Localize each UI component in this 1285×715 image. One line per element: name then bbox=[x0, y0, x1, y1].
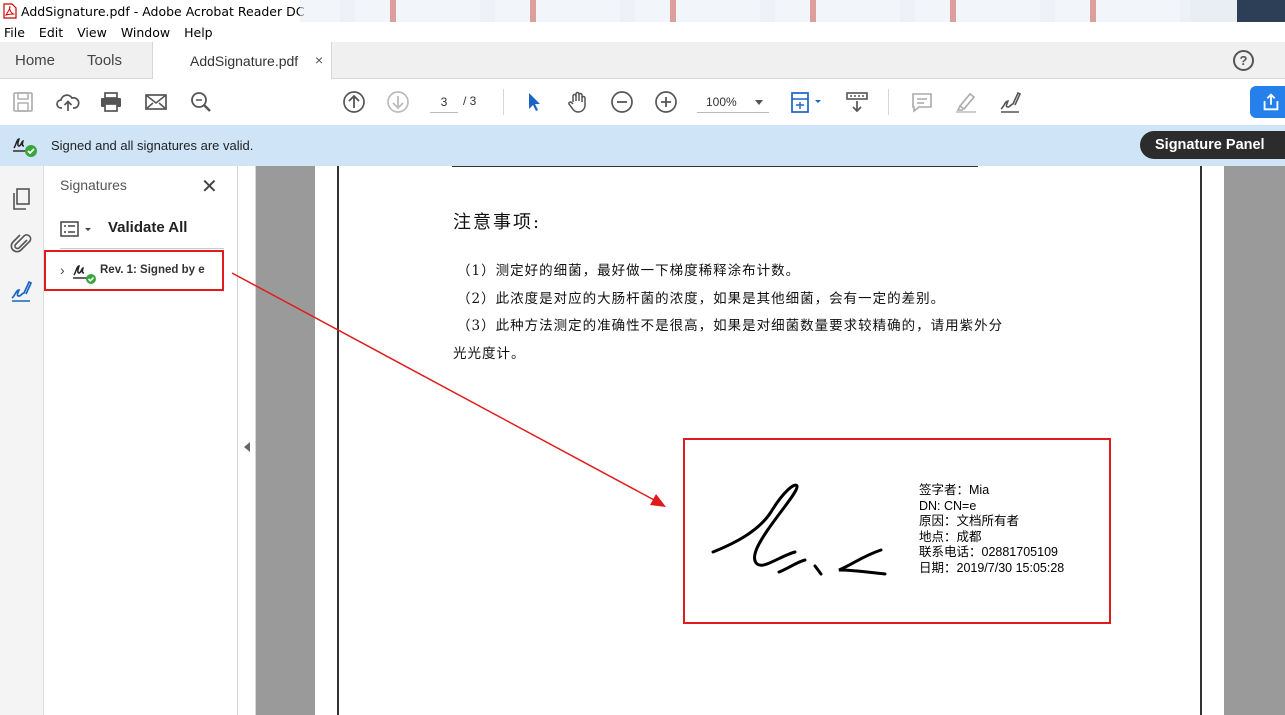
signature-date: 日期：2019/7/30 15:05:28 bbox=[919, 560, 1065, 575]
signature-status-text: Signed and all signatures are valid. bbox=[51, 138, 254, 153]
signature-status-bar: Signed and all signatures are valid. Sig… bbox=[0, 125, 1285, 166]
signature-details: 签字者：Mia DN: CN=e 原因：文档所有者 地点：成都 联系电话：028… bbox=[919, 483, 1064, 576]
signature-item-label: Rev. 1: Signed by e bbox=[100, 264, 205, 276]
fit-page-icon[interactable] bbox=[790, 90, 826, 114]
menu-view[interactable]: View bbox=[77, 25, 107, 40]
acrobat-app-icon bbox=[3, 3, 17, 19]
document-viewport[interactable]: 注意事项: （1）测定好的细菌，最好做一下梯度稀释涂布计数。 （2）此浓度是对应… bbox=[256, 166, 1285, 715]
menu-bar: File Edit View Window Help bbox=[0, 22, 1285, 42]
attachment-icon[interactable] bbox=[10, 232, 34, 256]
zoom-level-select[interactable]: 100% bbox=[697, 91, 769, 113]
share-icon bbox=[1263, 93, 1279, 111]
signature-signer: 签字者：Mia bbox=[919, 483, 990, 497]
sign-icon[interactable] bbox=[998, 90, 1022, 114]
zoom-level-value: 100% bbox=[706, 95, 737, 109]
signature-contact: 联系电话：02881705109 bbox=[919, 545, 1058, 559]
signature-panel-icon[interactable] bbox=[10, 280, 34, 304]
page-up-icon[interactable] bbox=[342, 90, 366, 114]
list-options-icon bbox=[60, 221, 91, 237]
navigation-rail bbox=[0, 166, 44, 715]
note-line: 光光度计。 bbox=[453, 346, 526, 362]
tab-document[interactable]: AddSignature.pdf × bbox=[152, 42, 332, 79]
panel-collapse-handle[interactable] bbox=[238, 166, 256, 715]
page-border-line bbox=[1200, 166, 1202, 715]
hand-icon[interactable] bbox=[566, 90, 590, 114]
signature-list-item[interactable]: › Rev. 1: Signed by e bbox=[44, 250, 224, 291]
window-close-button[interactable] bbox=[1237, 0, 1285, 22]
title-bar: AddSignature.pdf - Adobe Acrobat Reader … bbox=[0, 0, 1285, 22]
chevron-down-icon bbox=[755, 100, 763, 105]
share-button[interactable] bbox=[1250, 86, 1285, 118]
valid-signature-icon bbox=[13, 138, 37, 157]
signature-location: 地点：成都 bbox=[919, 529, 982, 544]
pdf-page: 注意事项: （1）测定好的细菌，最好做一下梯度稀释涂布计数。 （2）此浓度是对应… bbox=[315, 166, 1224, 715]
comment-icon[interactable] bbox=[910, 90, 934, 114]
tab-bar: Home Tools AddSignature.pdf × ? bbox=[0, 42, 1285, 79]
page-total: / 3 bbox=[463, 94, 477, 108]
upload-icon[interactable] bbox=[56, 90, 80, 114]
tab-tools[interactable]: Tools bbox=[87, 52, 122, 69]
zoom-in-icon[interactable] bbox=[654, 90, 678, 114]
menu-help[interactable]: Help bbox=[184, 25, 213, 40]
handwritten-signature bbox=[711, 483, 887, 576]
scroll-mode-icon[interactable] bbox=[845, 90, 869, 114]
page-number-input[interactable]: 3 bbox=[430, 91, 458, 113]
toolbar-divider bbox=[888, 89, 889, 115]
page-thumbnails-icon[interactable] bbox=[10, 187, 34, 211]
toolbar: 3 / 3 100% bbox=[0, 79, 1285, 125]
menu-window[interactable]: Window bbox=[121, 25, 170, 40]
tab-close-icon[interactable]: × bbox=[315, 52, 323, 68]
options-menu-button[interactable] bbox=[60, 219, 96, 239]
collapse-arrow-icon bbox=[244, 442, 250, 452]
tab-document-label: AddSignature.pdf bbox=[190, 53, 299, 69]
close-icon[interactable]: ✕ bbox=[201, 174, 218, 199]
select-arrow-icon[interactable] bbox=[522, 90, 546, 114]
window-title: AddSignature.pdf - Adobe Acrobat Reader … bbox=[21, 3, 305, 19]
highlight-icon[interactable] bbox=[954, 90, 978, 114]
validate-all-button[interactable]: Validate All bbox=[108, 219, 187, 236]
page-rule-line bbox=[452, 166, 978, 167]
menu-file[interactable]: File bbox=[4, 25, 25, 40]
signature-reason: 原因：文档所有者 bbox=[919, 514, 1020, 528]
background-taskbar-strip bbox=[300, 0, 1285, 22]
panel-divider bbox=[60, 248, 224, 249]
note-line: （1）测定好的细菌，最好做一下梯度稀释涂布计数。 bbox=[457, 263, 801, 279]
email-icon[interactable] bbox=[144, 90, 168, 114]
signatures-panel: Signatures ✕ Validate All › Rev. 1: Sign… bbox=[44, 166, 238, 715]
help-icon[interactable]: ? bbox=[1233, 50, 1254, 71]
window-controls bbox=[1190, 0, 1285, 22]
signature-panel-button[interactable]: Signature Panel bbox=[1140, 131, 1285, 159]
chevron-right-icon[interactable]: › bbox=[60, 262, 65, 278]
page-border-line bbox=[337, 166, 339, 715]
page-down-icon[interactable] bbox=[386, 90, 410, 114]
valid-signature-icon bbox=[73, 265, 96, 284]
zoom-out-icon[interactable] bbox=[610, 90, 634, 114]
notes-heading: 注意事项: bbox=[453, 212, 542, 233]
toolbar-divider bbox=[503, 89, 504, 115]
note-line: （2）此浓度是对应的大肠杆菌的浓度，如果是其他细菌，会有一定的差别。 bbox=[457, 291, 946, 307]
save-icon[interactable] bbox=[11, 90, 35, 114]
signature-dn: DN: CN=e bbox=[919, 498, 977, 513]
menu-edit[interactable]: Edit bbox=[39, 25, 63, 40]
search-zoom-icon[interactable] bbox=[189, 90, 213, 114]
tab-home[interactable]: Home bbox=[15, 52, 55, 69]
note-line: （3）此种方法测定的准确性不是很高，如果是对细菌数量要求较精确的，请用紫外分 bbox=[457, 318, 1004, 334]
print-icon[interactable] bbox=[99, 90, 123, 114]
signatures-panel-title: Signatures bbox=[60, 177, 127, 193]
signature-field[interactable]: 签字者：Mia DN: CN=e 原因：文档所有者 地点：成都 联系电话：028… bbox=[683, 438, 1111, 624]
